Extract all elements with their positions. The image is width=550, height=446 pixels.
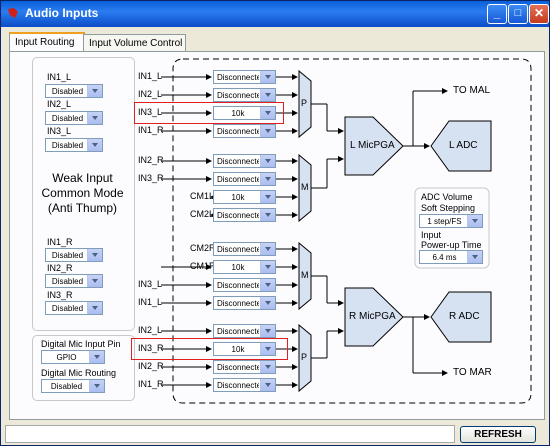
- powerup-time-label: Power-up Time: [421, 240, 482, 250]
- route-select-cm1l[interactable]: 10k: [213, 190, 276, 204]
- select-value: Disconnected: [217, 211, 259, 220]
- route-select-in1-l-m[interactable]: Disconnected: [213, 296, 276, 310]
- route-label-in1-l-m: IN1_L: [138, 297, 163, 307]
- powerup-time-select[interactable]: 6.4 ms: [419, 250, 483, 264]
- route-select-in2-r-m[interactable]: Disconnected: [213, 154, 276, 168]
- chevron-down-icon: [260, 379, 275, 391]
- route-label-in2-l: IN2_L: [138, 89, 163, 99]
- chevron-down-icon: [260, 325, 275, 337]
- to-mar-label: TO MAR: [453, 367, 492, 378]
- route-select-cm2l[interactable]: Disconnected: [213, 208, 276, 222]
- select-value: Disconnected: [217, 245, 259, 254]
- select-value: Disconnected: [217, 299, 259, 308]
- chevron-down-icon: [260, 243, 275, 255]
- chevron-down-icon: [467, 251, 482, 263]
- route-select-cm2r[interactable]: Disconnected: [213, 242, 276, 256]
- route-label-cm2l: CM2L: [190, 209, 215, 219]
- l-micpga-label: L MicPGA: [350, 140, 395, 151]
- mux-m-bottom-label: M: [301, 270, 309, 280]
- refresh-button[interactable]: REFRESH: [460, 426, 536, 443]
- chevron-down-icon: [260, 261, 275, 273]
- chevron-down-icon: [260, 89, 275, 101]
- route-label-cm1r: CM1R: [190, 261, 216, 271]
- adc-volume-label: ADC Volume: [421, 192, 473, 202]
- soft-stepping-label: Soft Stepping: [421, 203, 476, 213]
- select-value: Disconnected: [217, 157, 259, 166]
- route-label-in1-r: IN1_R: [138, 125, 164, 135]
- l-adc-label: L ADC: [449, 140, 478, 151]
- mux-m-top-label: M: [301, 182, 309, 192]
- mux-p-bottom-label: P: [301, 352, 308, 362]
- route-select-cm1r[interactable]: 10k: [213, 260, 276, 274]
- r-adc-label: R ADC: [449, 311, 480, 322]
- select-value: 10k: [231, 263, 245, 272]
- select-value: 10k: [231, 193, 245, 202]
- route-select-in2-l-rp[interactable]: Disconnected: [213, 324, 276, 338]
- chevron-down-icon: [260, 125, 275, 137]
- audio-inputs-window: Audio Inputs _ □ ✕ Input Routing Input V…: [0, 0, 550, 446]
- chevron-down-icon: [260, 209, 275, 221]
- select-value: 6.4 ms: [432, 253, 457, 262]
- route-label-in2-r-p: IN2_R: [138, 361, 164, 371]
- route-select-in2-l-p[interactable]: Disconnected: [213, 88, 276, 102]
- route-select-in1-r-rp[interactable]: Disconnected: [213, 378, 276, 392]
- r-micpga-label: R MicPGA: [349, 311, 396, 322]
- route-label-in1-r-p: IN1_R: [138, 379, 164, 389]
- highlight-box-in3-r: [131, 338, 288, 360]
- select-value: Disconnected: [217, 327, 259, 336]
- route-select-in2-r-rp[interactable]: Disconnected: [213, 360, 276, 374]
- chevron-down-icon: [260, 279, 275, 291]
- route-label-cm1l: CM1L: [190, 191, 215, 201]
- chevron-down-icon: [260, 191, 275, 203]
- route-select-in1-r-p[interactable]: Disconnected: [213, 124, 276, 138]
- chevron-down-icon: [467, 215, 482, 227]
- route-label-in2-l-p: IN2_L: [138, 325, 163, 335]
- route-label-in1-l: IN1_L: [138, 71, 163, 81]
- route-label-in3-l-m: IN3_L: [138, 279, 163, 289]
- route-select-in3-r-m[interactable]: Disconnected: [213, 172, 276, 186]
- mux-p-top-label: P: [301, 98, 308, 108]
- select-value: Disconnected: [217, 127, 259, 136]
- select-value: Disconnected: [217, 381, 259, 390]
- route-select-in1-l-p[interactable]: Disconnected: [213, 70, 276, 84]
- chevron-down-icon: [260, 173, 275, 185]
- soft-stepping-select[interactable]: 1 step/FS: [419, 214, 483, 228]
- chevron-down-icon: [260, 155, 275, 167]
- select-value: Disconnected: [217, 175, 259, 184]
- select-value: 1 step/FS: [427, 217, 462, 226]
- to-mal-label: TO MAL: [453, 85, 491, 96]
- input-label: Input: [421, 230, 442, 240]
- route-label-in2-r: IN2_R: [138, 155, 164, 165]
- highlight-box-in3-l: [134, 102, 284, 124]
- chevron-down-icon: [260, 297, 275, 309]
- route-label-cm2r: CM2R: [190, 243, 216, 253]
- route-select-in3-l-m[interactable]: Disconnected: [213, 278, 276, 292]
- select-value: Disconnected: [217, 363, 259, 372]
- chevron-down-icon: [260, 361, 275, 373]
- select-value: Disconnected: [217, 91, 259, 100]
- select-value: Disconnected: [217, 73, 259, 82]
- select-value: Disconnected: [217, 281, 259, 290]
- route-label-in3-r: IN3_R: [138, 173, 164, 183]
- chevron-down-icon: [260, 71, 275, 83]
- status-field: [5, 425, 455, 443]
